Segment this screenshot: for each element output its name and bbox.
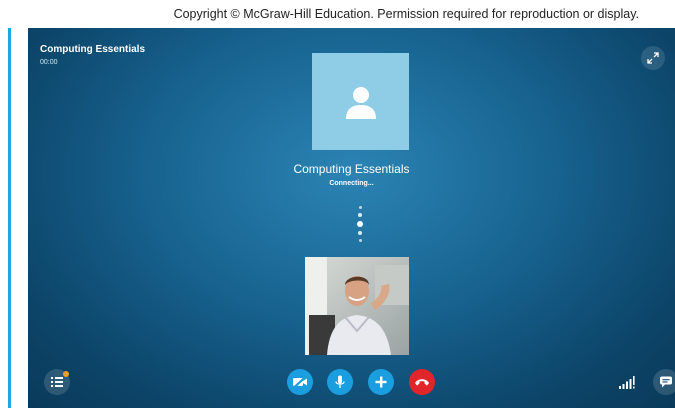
call-menu-button[interactable] — [44, 369, 70, 395]
add-button[interactable] — [368, 369, 394, 395]
copyright-notice: Copyright © McGraw-Hill Education. Permi… — [0, 0, 675, 28]
expand-button[interactable] — [641, 46, 665, 70]
self-video-photo — [305, 257, 409, 355]
connecting-dot — [358, 239, 362, 242]
left-accent-bar — [8, 28, 11, 408]
self-video-preview — [305, 257, 409, 355]
video-off-icon — [293, 376, 307, 388]
notification-dot — [63, 371, 69, 377]
call-window: Computing Essentials 00:00 Computing Ess… — [28, 28, 675, 408]
call-title: Computing Essentials — [40, 44, 146, 55]
chat-button[interactable] — [653, 369, 675, 395]
left-border — [0, 28, 11, 408]
connecting-dot — [358, 231, 362, 235]
contact-avatar — [312, 53, 409, 150]
menu-icon — [51, 377, 63, 387]
microphone-button[interactable] — [327, 369, 353, 395]
video-toggle-button[interactable] — [287, 369, 313, 395]
end-call-button[interactable] — [409, 369, 435, 395]
contact-name: Computing Essentials — [293, 162, 410, 176]
copyright-text: Copyright © McGraw-Hill Education. Permi… — [173, 7, 639, 21]
microphone-icon — [335, 375, 345, 388]
add-icon — [375, 376, 387, 388]
call-status: Connecting... — [329, 180, 374, 187]
connecting-dot — [358, 206, 362, 209]
connecting-dot — [357, 221, 363, 227]
end-call-icon — [415, 379, 429, 386]
signal-strength-icon — [619, 376, 635, 389]
chat-icon — [660, 376, 672, 387]
person-icon — [345, 86, 376, 119]
call-duration: 00:00 — [40, 59, 58, 66]
expand-icon — [647, 52, 659, 64]
connecting-indicator — [357, 206, 363, 246]
connecting-dot — [358, 213, 362, 217]
